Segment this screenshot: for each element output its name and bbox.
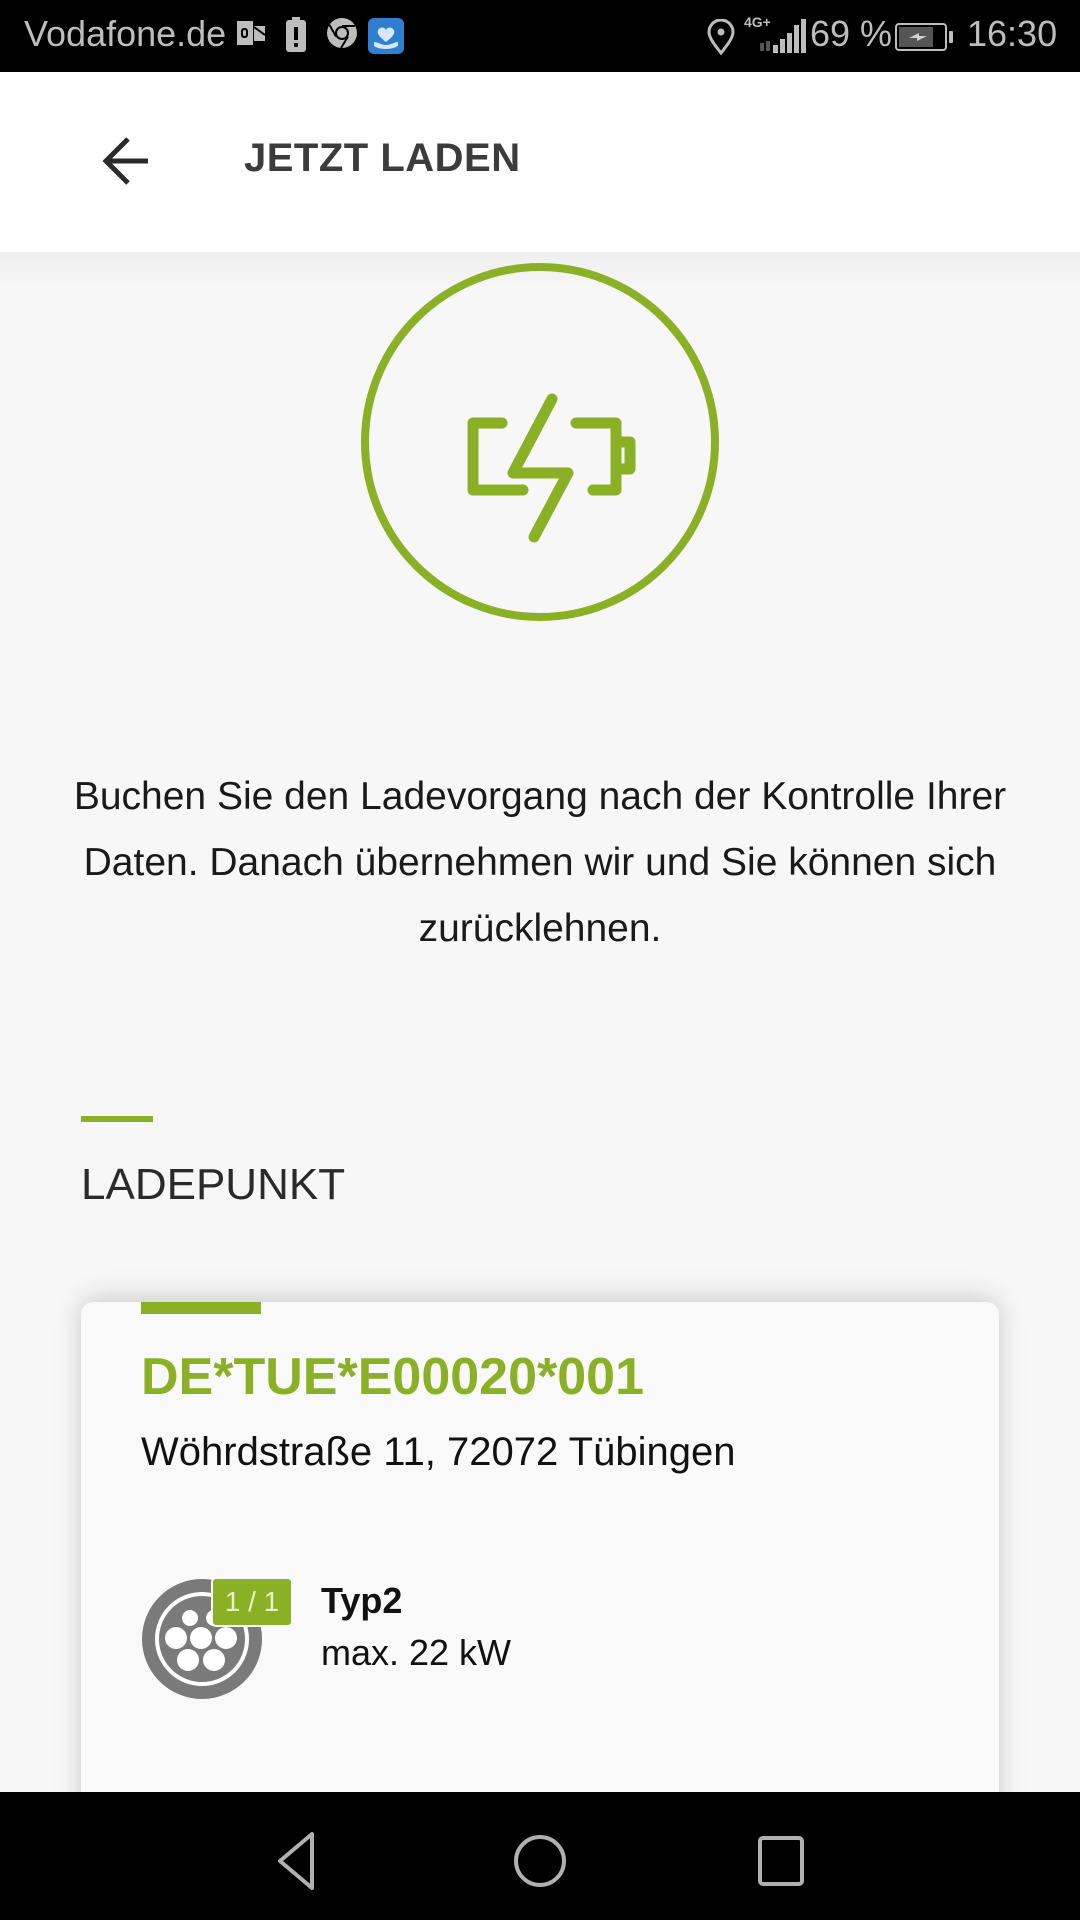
- battery-alert-icon: [284, 17, 308, 58]
- chrome-icon: [326, 17, 358, 54]
- battery-charging-status-icon: [895, 22, 957, 57]
- charge-point-address: Wöhrdstraße 11, 72072 Tübingen: [141, 1430, 736, 1474]
- status-bar: Vodafone.de 4G+ 69 % 16:30: [0, 0, 1080, 72]
- system-nav-bar: [0, 1792, 1080, 1920]
- battery-charging-icon: [361, 263, 719, 621]
- circle-home-icon: [514, 1835, 566, 1887]
- page-title: JETZT LADEN: [244, 136, 521, 180]
- connector-power: max. 22 kW: [321, 1632, 512, 1673]
- outlook-icon: [235, 17, 267, 54]
- section-accent-bar: [81, 1116, 153, 1122]
- nav-back-button[interactable]: [266, 1826, 336, 1896]
- carrier-label: Vodafone.de: [24, 13, 227, 54]
- nav-home-button[interactable]: [505, 1826, 575, 1896]
- square-recents-icon: [758, 1836, 804, 1886]
- battery-percent-label: 69 %: [810, 13, 893, 54]
- hero-battery-icon: [360, 262, 720, 622]
- instruction-text: Buchen Sie den Ladevorgang nach der Kont…: [73, 775, 1007, 950]
- health-app-icon: [368, 18, 404, 59]
- charge-point-id: DE*TUE*E00020*001: [141, 1348, 644, 1406]
- section-title: LADEPUNKT: [81, 1160, 346, 1209]
- nav-recents-button[interactable]: [745, 1826, 815, 1896]
- arrow-left-icon: [102, 137, 148, 185]
- back-button[interactable]: [92, 128, 158, 194]
- connector-type: Typ2: [321, 1580, 403, 1621]
- location-icon: [707, 18, 735, 60]
- triangle-back-icon: [278, 1832, 314, 1890]
- clock-label: 16:30: [967, 13, 1058, 54]
- card-accent-bar: [141, 1302, 261, 1314]
- charge-point-card[interactable]: DE*TUE*E00020*001 Wöhrdstraße 11, 72072 …: [81, 1302, 999, 1862]
- connector-count-badge: 1 / 1: [211, 1577, 293, 1627]
- signal-icon: [760, 19, 810, 60]
- app-bar: JETZT LADEN: [0, 72, 1080, 252]
